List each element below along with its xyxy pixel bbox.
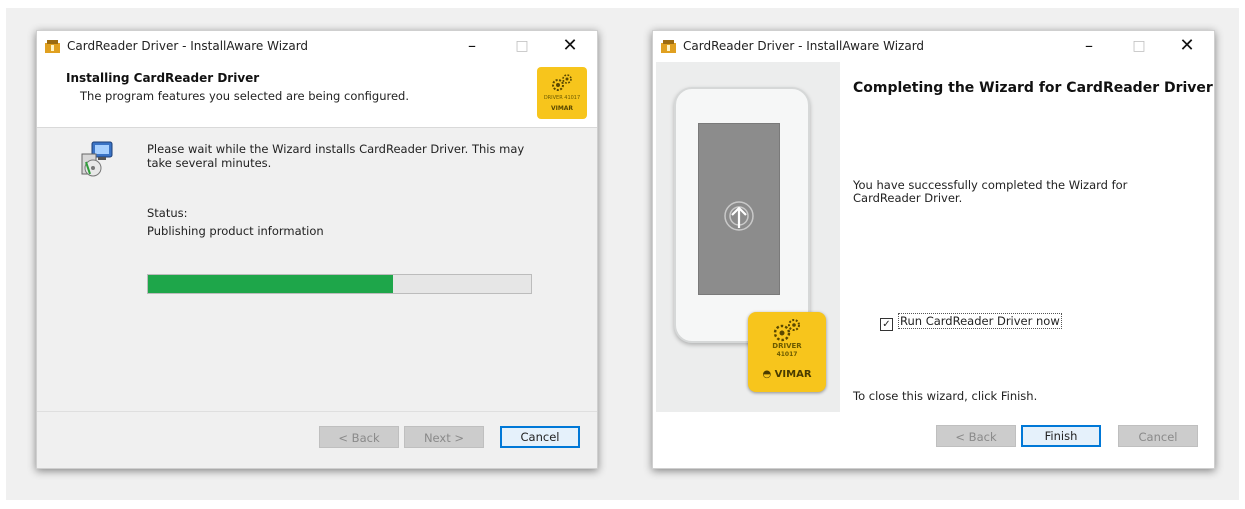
minimize-button[interactable]: – xyxy=(1074,35,1104,57)
progress-fill xyxy=(148,275,394,293)
setup-install-icon xyxy=(81,141,113,177)
title-bar[interactable]: CardReader Driver - InstallAware Wizard … xyxy=(37,31,597,61)
completing-wizard-window: CardReader Driver - InstallAware Wizard … xyxy=(652,30,1215,469)
back-button[interactable]: < Back xyxy=(319,426,399,448)
status-value: Publishing product information xyxy=(147,224,324,238)
title-bar[interactable]: CardReader Driver - InstallAware Wizard … xyxy=(653,31,1214,61)
device-screen xyxy=(698,123,780,295)
badge-brand: VIMAR xyxy=(550,105,574,112)
close-button[interactable]: ✕ xyxy=(555,35,585,57)
completion-message: You have successfully completed the Wiza… xyxy=(853,178,1128,205)
wizard-sidebar-image: DRIVER 41017 ◓ VIMAR xyxy=(656,62,840,412)
badge-driver-label: DRIVER xyxy=(772,342,802,350)
badge-driver-number: 41017 xyxy=(776,351,798,358)
window-title: CardReader Driver - InstallAware Wizard xyxy=(67,39,309,53)
next-button[interactable]: Next > xyxy=(404,426,484,448)
header-title: Installing CardReader Driver xyxy=(66,71,260,85)
close-button[interactable]: ✕ xyxy=(1172,35,1202,57)
maximize-button[interactable]: □ xyxy=(1124,35,1154,57)
wizard-body: Please wait while the Wizard installs Ca… xyxy=(37,128,597,411)
badge-driver-text: DRIVER 41017 xyxy=(543,95,581,101)
cancel-button[interactable]: Cancel xyxy=(500,426,580,448)
vimar-driver-badge: DRIVER 41017 VIMAR xyxy=(537,67,587,119)
header-subtitle: The program features you selected are be… xyxy=(80,89,409,103)
close-instruction: To close this wizard, click Finish. xyxy=(853,389,1038,403)
back-button[interactable]: < Back xyxy=(936,425,1016,447)
install-message: Please wait while the Wizard installs Ca… xyxy=(147,142,525,170)
run-now-checkbox[interactable]: ✓ xyxy=(880,318,893,331)
gears-icon xyxy=(552,74,572,91)
badge-brand: ◓ VIMAR xyxy=(762,369,812,380)
wizard-footer: < Back Next > Cancel xyxy=(37,411,597,468)
minimize-button[interactable]: – xyxy=(457,35,487,57)
maximize-button[interactable]: □ xyxy=(507,35,537,57)
vimar-driver-badge: DRIVER 41017 ◓ VIMAR xyxy=(748,312,826,392)
completing-heading: Completing the Wizard for CardReader Dri… xyxy=(853,80,1213,96)
finish-button[interactable]: Finish xyxy=(1021,425,1101,447)
card-reader-device-image xyxy=(674,87,810,343)
run-now-option[interactable]: ✓ Run CardReader Driver now xyxy=(880,313,1062,331)
installaware-app-icon xyxy=(661,40,676,53)
install-progress-bar xyxy=(147,274,532,294)
wizard-header: Installing CardReader Driver The program… xyxy=(37,61,597,128)
run-now-label[interactable]: Run CardReader Driver now xyxy=(898,313,1062,329)
installing-wizard-window: CardReader Driver - InstallAware Wizard … xyxy=(36,30,598,469)
window-title: CardReader Driver - InstallAware Wizard xyxy=(683,39,925,53)
gears-icon xyxy=(773,319,800,342)
installaware-app-icon xyxy=(45,40,60,53)
cancel-button[interactable]: Cancel xyxy=(1118,425,1198,447)
wizard-footer: < Back Finish Cancel xyxy=(653,421,1214,468)
status-label: Status: xyxy=(147,206,188,220)
nfc-arrow-icon xyxy=(724,201,754,231)
